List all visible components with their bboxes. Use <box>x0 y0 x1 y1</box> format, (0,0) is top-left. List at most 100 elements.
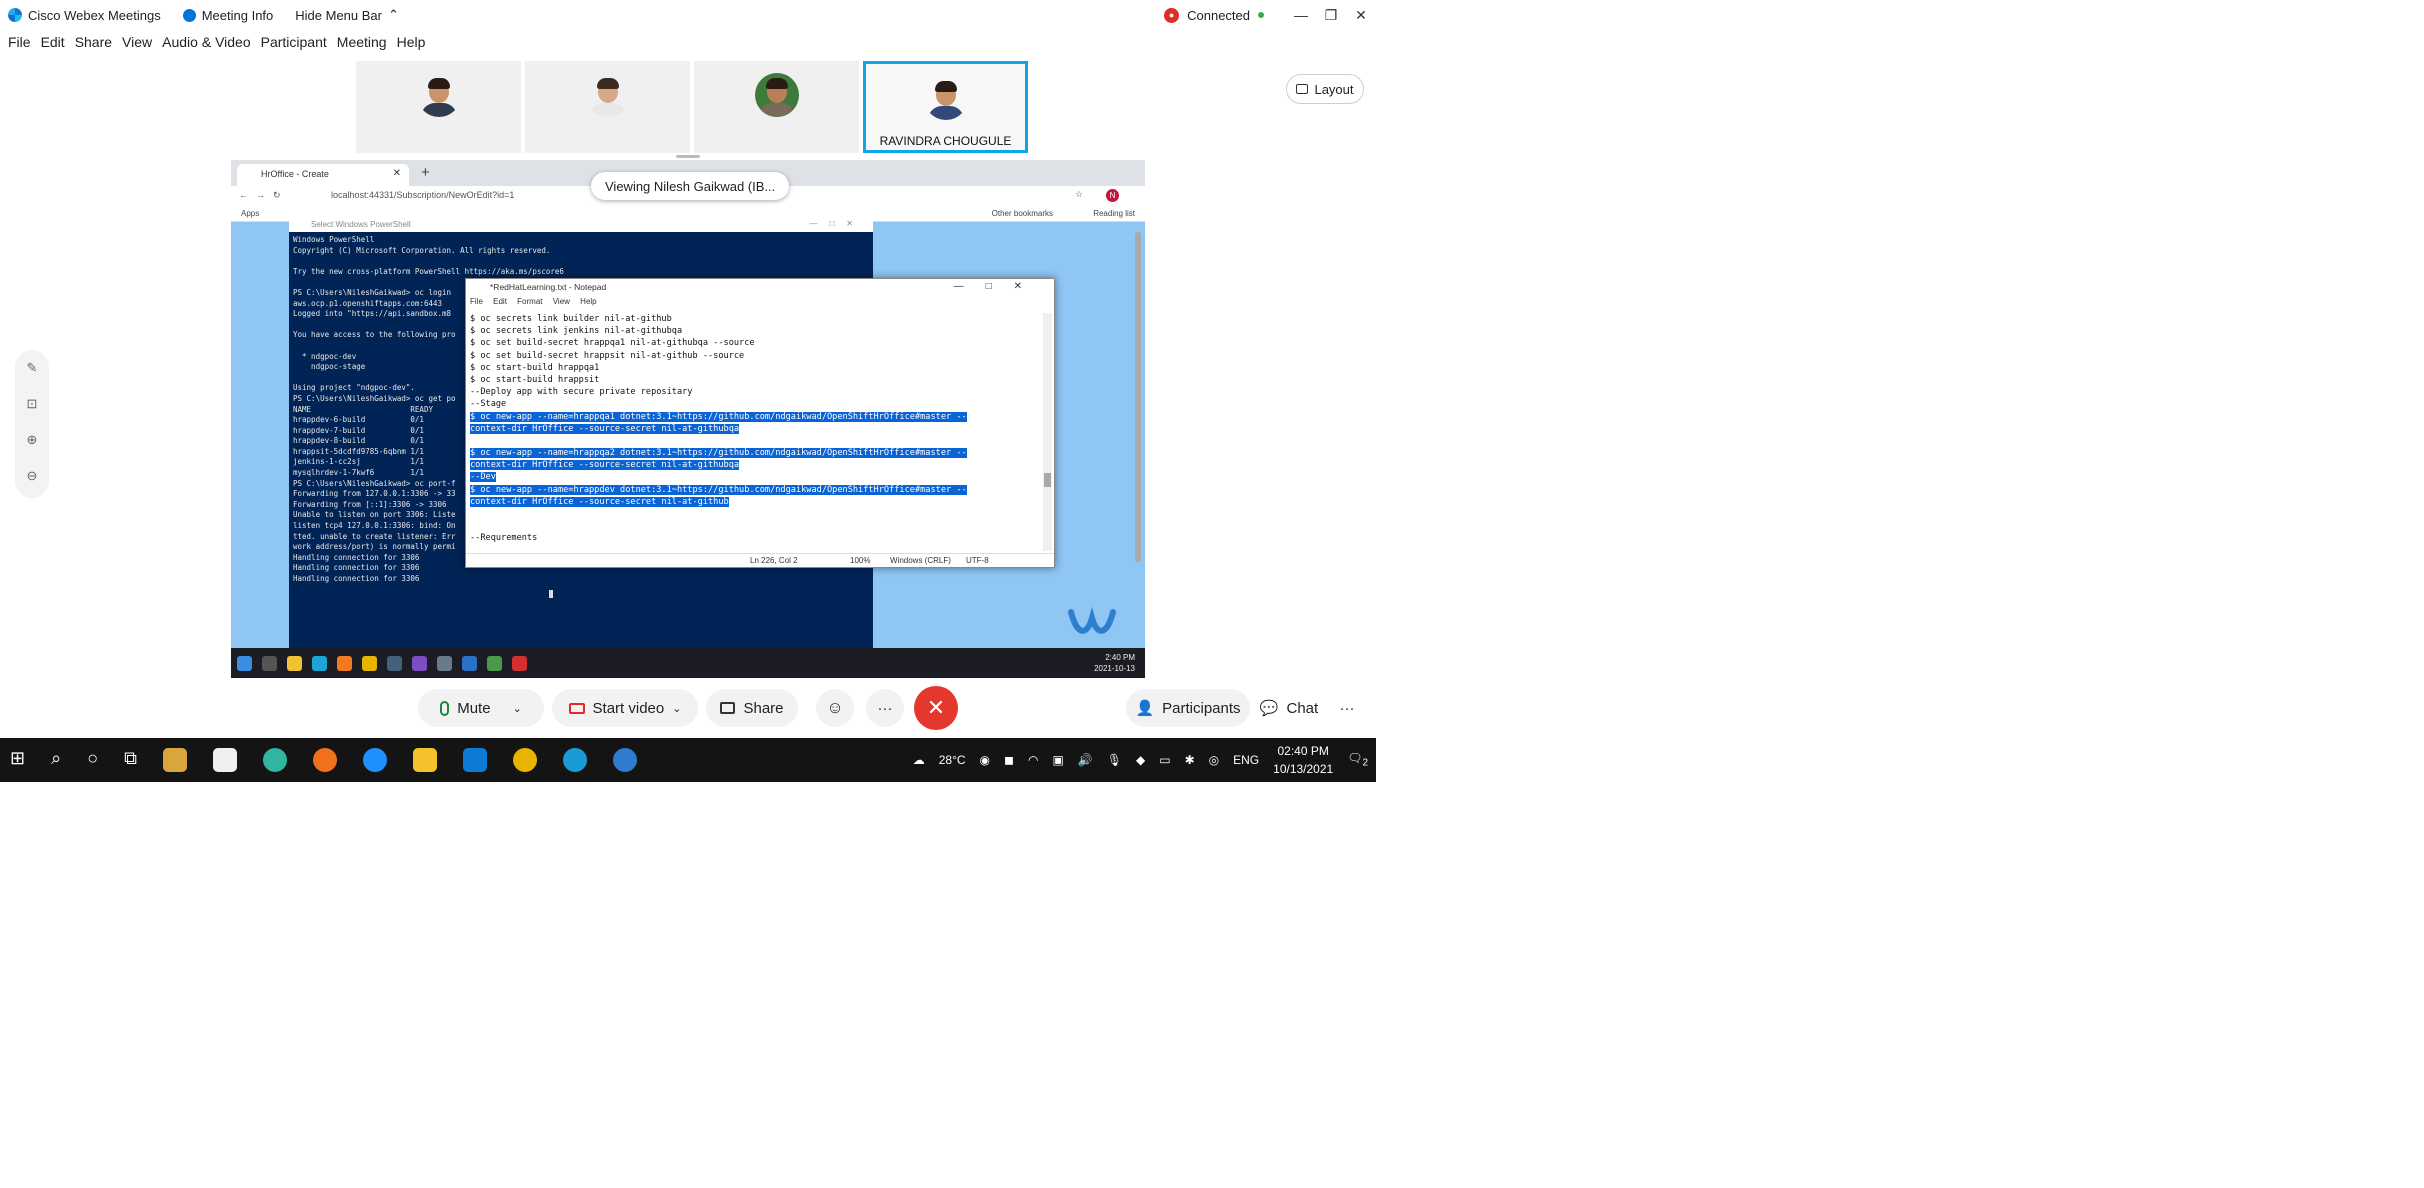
chat-button[interactable]: 💬 Chat <box>1256 689 1322 727</box>
participant-thumbnail-active[interactable]: RAVINDRA CHOUGULE <box>863 61 1028 153</box>
acrobat-icon <box>512 656 527 671</box>
notepad-menu-view: View <box>552 297 570 306</box>
start-video-button[interactable]: Start video ⌄ <box>552 689 698 727</box>
app-icon[interactable] <box>262 748 287 772</box>
remote-time: 2:40 PM <box>1105 653 1135 662</box>
notification-count: 2 <box>1362 757 1368 769</box>
notepad-text: $ oc secrets link builder nil-at-github $… <box>470 313 1030 549</box>
edge-icon[interactable] <box>562 748 587 772</box>
profile-avatar: N <box>1106 189 1119 202</box>
avatar <box>754 73 799 117</box>
app-icon[interactable] <box>162 748 187 772</box>
chevron-up-icon: ⌃ <box>387 7 399 22</box>
menu-edit[interactable]: Edit <box>41 34 65 58</box>
tray-icon[interactable]: ✱ <box>1185 753 1195 767</box>
app-icon[interactable] <box>362 748 387 772</box>
bookmark-apps: Apps <box>241 209 260 218</box>
smiley-icon: ☺ <box>826 698 844 717</box>
cortana-icon[interactable]: ○ <box>87 748 98 772</box>
more-options-button[interactable]: ··· <box>866 689 904 727</box>
minimize-button[interactable]: — <box>1286 7 1316 23</box>
participant-strip: RAVINDRA CHOUGULE <box>356 61 1028 153</box>
notepad-line: $ oc start-build hrappqa1 <box>470 362 1030 374</box>
reactions-button[interactable]: ☺ <box>816 689 854 727</box>
menu-share[interactable]: Share <box>75 34 112 58</box>
mute-label: Mute <box>457 699 491 717</box>
avatar <box>586 73 630 117</box>
menu-file[interactable]: File <box>8 34 31 58</box>
participants-button[interactable]: 👤 Participants <box>1126 689 1250 727</box>
language-indicator[interactable]: ENG <box>1233 753 1259 767</box>
vscode-icon[interactable] <box>462 748 487 772</box>
chevron-down-icon[interactable]: ⌄ <box>672 702 681 715</box>
menu-audio-video[interactable]: Audio & Video <box>162 34 250 58</box>
notepad-title: *RedHatLearning.txt - Notepad <box>490 282 607 292</box>
zoom-in-icon[interactable]: ⊕ <box>15 422 49 458</box>
restore-button[interactable]: ❐ <box>1316 7 1346 24</box>
resize-handle[interactable] <box>676 155 700 158</box>
notepad-menu-file: File <box>470 297 483 306</box>
weather-icon[interactable]: ☁ <box>913 753 925 767</box>
mute-button[interactable]: Mute ⌄ <box>418 689 544 727</box>
new-tab-icon: + <box>421 164 430 181</box>
edge-icon <box>312 656 327 671</box>
selected-text: context-dir HrOffice --source-secret nil… <box>470 423 740 434</box>
notepad-line <box>470 508 1030 520</box>
notification-icon[interactable]: 🗨2 <box>1347 751 1368 768</box>
notepad-menu-format: Format <box>517 297 543 306</box>
pointer-icon[interactable]: ⊡ <box>15 386 49 422</box>
bookmark-other: Other bookmarks <box>991 209 1053 218</box>
task-view-icon[interactable]: ⧉ <box>124 748 137 772</box>
participant-thumbnail[interactable] <box>525 61 690 153</box>
wifi-icon[interactable]: ◠ <box>1028 753 1038 767</box>
chrome-icon[interactable] <box>512 748 537 772</box>
battery-icon[interactable]: ▭ <box>1159 753 1170 767</box>
tray-icon[interactable]: ◎ <box>1209 753 1219 767</box>
remote-date: 2021-10-13 <box>1094 664 1135 673</box>
meeting-controls: Mute ⌄ Start video ⌄ Share ☺ ··· ✕ 👤 Par… <box>0 686 1376 732</box>
file-explorer-icon[interactable] <box>412 748 437 772</box>
remote-taskbar: 2:40 PM 2021-10-13 <box>231 648 1145 678</box>
close-button[interactable]: ✕ <box>1346 7 1376 24</box>
menu-meeting[interactable]: Meeting <box>337 34 387 58</box>
store-icon[interactable] <box>212 748 237 772</box>
chevron-down-icon[interactable]: ⌄ <box>513 702 522 715</box>
windows-start-icon[interactable]: ⊞ <box>10 748 25 772</box>
meeting-info-button[interactable]: Meeting Info <box>182 8 273 23</box>
tray-icon[interactable]: ▣ <box>1052 753 1063 767</box>
taskbar-clock[interactable]: 02:40 PM 10/13/2021 <box>1273 742 1333 778</box>
close-icon: ✕ <box>926 695 946 720</box>
hide-menu-bar-button[interactable]: Hide Menu Bar ⌃ <box>295 7 399 23</box>
weather-temp[interactable]: 28°C <box>939 753 966 767</box>
tray-icon[interactable]: ◼ <box>1004 753 1014 767</box>
participant-thumbnail[interactable] <box>356 61 521 153</box>
menu-view[interactable]: View <box>122 34 152 58</box>
share-button[interactable]: Share <box>706 689 798 727</box>
share-label: Share <box>743 699 784 717</box>
annotate-icon[interactable]: ✎ <box>15 350 49 386</box>
chat-label: Chat <box>1286 699 1319 717</box>
viewing-indicator[interactable]: Viewing Nilesh Gaikwad (IB... <box>591 172 790 200</box>
firefox-icon[interactable] <box>312 748 337 772</box>
more-panels-button[interactable]: ··· <box>1330 689 1364 727</box>
end-meeting-button[interactable]: ✕ <box>914 686 958 730</box>
menu-participant[interactable]: Participant <box>261 34 327 58</box>
layout-button[interactable]: Layout <box>1286 74 1364 104</box>
webex-icon[interactable] <box>612 748 637 772</box>
participant-thumbnail[interactable] <box>694 61 859 153</box>
menu-help[interactable]: Help <box>397 34 426 58</box>
microphone-icon[interactable]: 🎙 <box>1107 753 1122 767</box>
notepad-line: $ oc secrets link jenkins nil-at-githubq… <box>470 325 1030 337</box>
zoom-out-icon[interactable]: ⊖ <box>15 458 49 494</box>
start-video-label: Start video <box>592 699 665 717</box>
firefox-icon <box>337 656 352 671</box>
tray-icon[interactable]: ◉ <box>980 753 990 767</box>
avatar <box>924 76 968 120</box>
powershell-line: Try the new cross-platform PowerShell ht… <box>293 266 564 276</box>
tray-icon[interactable]: ◆ <box>1136 753 1145 767</box>
recording-icon: ● <box>1164 7 1180 23</box>
file-explorer-icon <box>287 656 302 671</box>
info-icon <box>182 8 196 22</box>
search-icon[interactable]: ⌕ <box>51 748 61 772</box>
volume-icon[interactable]: 🔊 <box>1078 753 1093 767</box>
